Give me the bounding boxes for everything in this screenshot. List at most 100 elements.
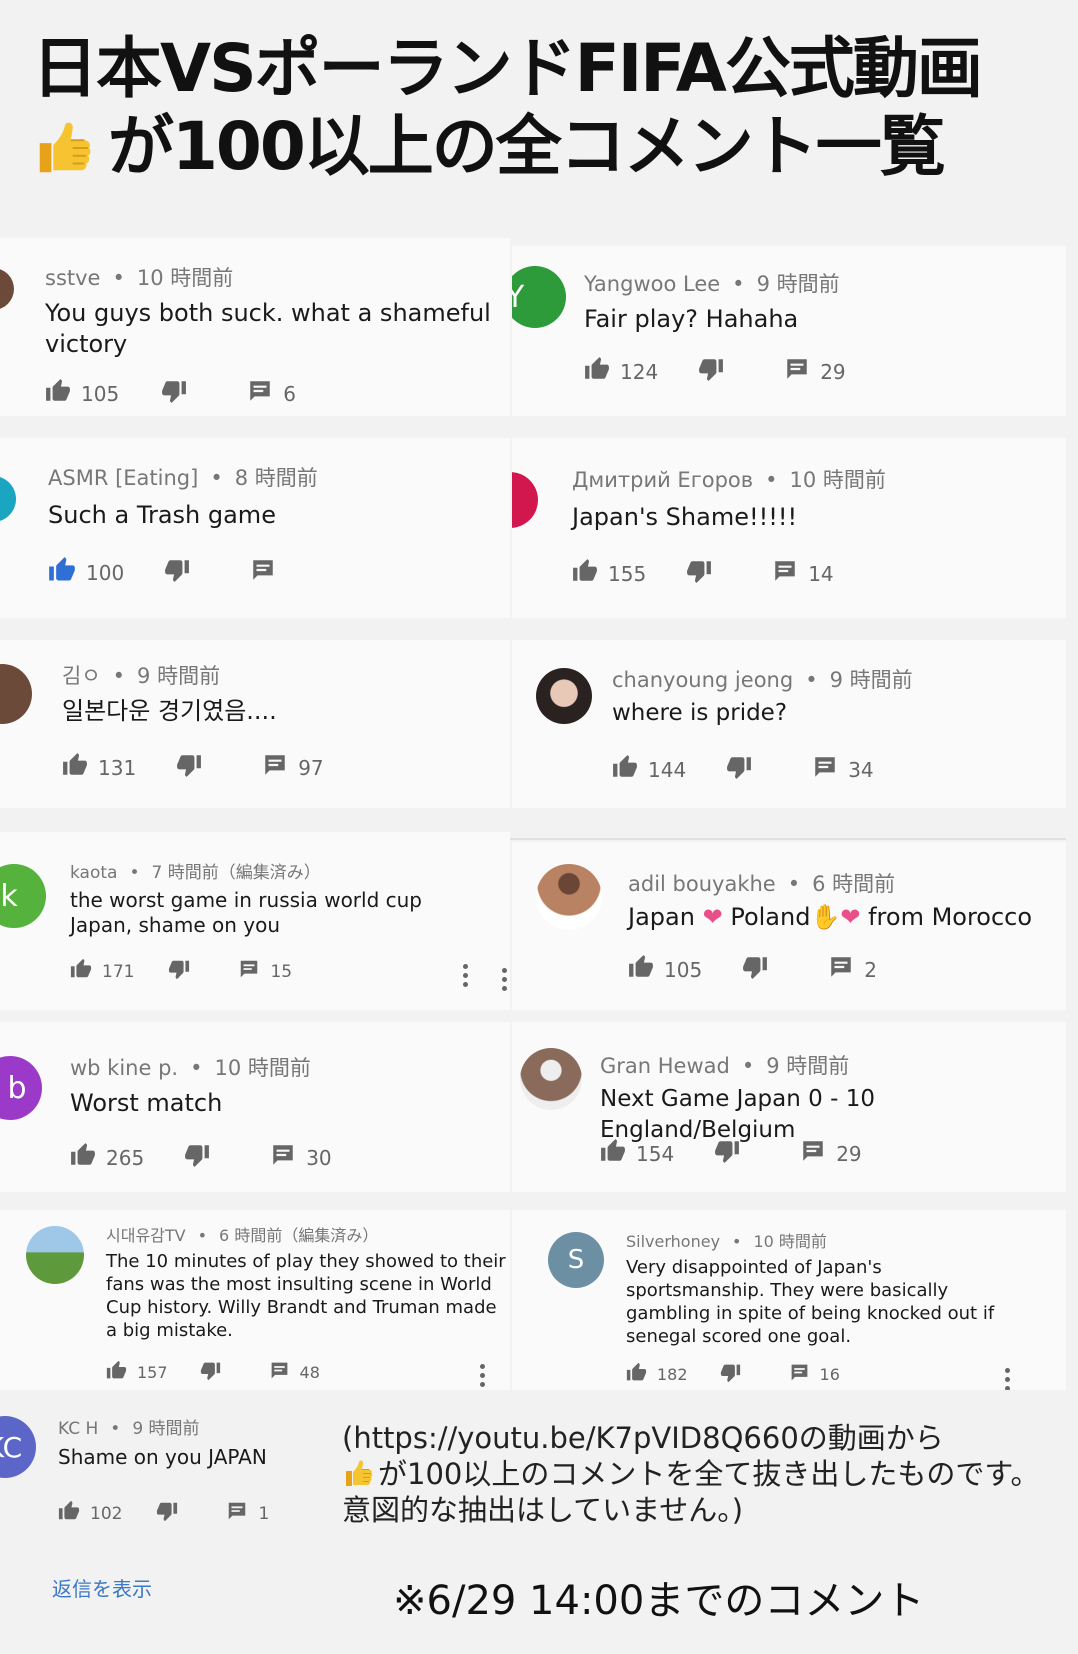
- thumbs-up-emoji-icon: [342, 1457, 376, 1491]
- like-icon-active[interactable]: [48, 556, 76, 589]
- dislike-icon[interactable]: [176, 752, 202, 783]
- title-line-1: 日本VSポーランドFIFA公式動画: [32, 30, 983, 107]
- comment-author[interactable]: ASMR [Eating]: [48, 466, 198, 490]
- comment-time[interactable]: 6 時間前（編集済み）: [219, 1226, 378, 1245]
- dislike-icon[interactable]: [200, 1360, 221, 1385]
- like-icon[interactable]: [584, 356, 610, 387]
- like-icon[interactable]: [612, 754, 638, 785]
- like-count: 124: [620, 359, 659, 384]
- more-options-icon[interactable]: [480, 1360, 486, 1390]
- comment-author[interactable]: Yangwoo Lee: [584, 272, 720, 296]
- comment-author[interactable]: 시대유감TV: [106, 1226, 186, 1245]
- avatar: KC: [0, 1416, 36, 1478]
- comment-author[interactable]: kaota: [70, 863, 117, 883]
- dislike-icon[interactable]: [714, 1138, 740, 1169]
- page-title: 日本VSポーランドFIFA公式動画 が100以上の全コメント一覧: [32, 30, 1052, 186]
- avatar: Y: [512, 266, 566, 328]
- reply-count: 14: [808, 561, 834, 586]
- dislike-icon[interactable]: [161, 378, 187, 409]
- reply-icon[interactable]: [772, 558, 798, 589]
- reply-icon[interactable]: [812, 754, 838, 785]
- comment-text: 일본다운 경기였음....: [62, 697, 277, 725]
- avatar: [0, 476, 16, 522]
- comment-author[interactable]: adil bouyakhe: [628, 872, 776, 896]
- dislike-icon[interactable]: [742, 954, 768, 985]
- comment-time[interactable]: 10 時間前: [753, 1232, 826, 1251]
- comment-card: chanyoung jeong • 9 時間前 where is pride? 14…: [512, 640, 1066, 808]
- comment-card: b wb kine p. • 10 時間前 Worst match 265 30: [0, 1022, 510, 1192]
- like-count: 154: [636, 1141, 675, 1166]
- dislike-icon[interactable]: [184, 1142, 210, 1173]
- reply-icon[interactable]: [828, 954, 854, 985]
- reply-icon[interactable]: [262, 752, 288, 783]
- dislike-icon[interactable]: [686, 558, 712, 589]
- comment-time[interactable]: 9 時間前: [830, 668, 913, 692]
- more-options-icon[interactable]: [463, 960, 469, 991]
- comment-time[interactable]: 9 時間前: [137, 664, 220, 688]
- comment-time[interactable]: 10 時間前: [137, 266, 233, 290]
- more-options-icon[interactable]: [502, 964, 508, 995]
- like-icon[interactable]: [62, 752, 88, 783]
- reply-icon[interactable]: [250, 557, 276, 588]
- reply-icon[interactable]: [247, 378, 273, 409]
- dislike-icon[interactable]: [726, 754, 752, 785]
- reply-icon[interactable]: [238, 958, 260, 985]
- reply-icon[interactable]: [270, 1142, 296, 1173]
- more-options-icon[interactable]: [1005, 1364, 1011, 1390]
- comment-time[interactable]: 10 時間前: [214, 1056, 310, 1080]
- like-icon[interactable]: [106, 1360, 127, 1385]
- comment-author[interactable]: Silverhoney: [626, 1232, 720, 1251]
- comment-text: The 10 minutes of play they showed to th…: [106, 1251, 506, 1341]
- comment-author[interactable]: Gran Hewad: [600, 1054, 730, 1078]
- comment-time[interactable]: 10 時間前: [790, 468, 886, 492]
- comment-text: Japan's Shame!!!!!: [572, 503, 798, 531]
- source-note: (https://youtu.be/K7pVID8Q660の動画から が100以…: [342, 1420, 1062, 1528]
- comment-author[interactable]: 김ㅇ: [62, 664, 101, 688]
- avatar: [26, 1226, 84, 1284]
- like-icon[interactable]: [600, 1138, 626, 1169]
- like-icon[interactable]: [70, 1142, 96, 1173]
- like-icon[interactable]: [45, 378, 71, 409]
- like-icon[interactable]: [70, 958, 92, 985]
- reply-icon[interactable]: [269, 1360, 290, 1385]
- comment-author[interactable]: KC H: [58, 1419, 98, 1439]
- reply-icon[interactable]: [789, 1362, 810, 1387]
- reply-count: 2: [864, 957, 877, 982]
- like-icon[interactable]: [626, 1362, 647, 1387]
- like-icon[interactable]: [572, 558, 598, 589]
- comment-text: where is pride?: [612, 700, 788, 726]
- show-replies-link[interactable]: 返信を表示: [52, 1573, 152, 1602]
- avatar-letter: S: [567, 1245, 585, 1275]
- comment-time[interactable]: 6 時間前: [812, 872, 895, 896]
- comment-time[interactable]: 8 時間前: [235, 466, 318, 490]
- dislike-icon[interactable]: [168, 958, 190, 985]
- reply-icon[interactable]: [800, 1138, 826, 1169]
- avatar: k: [0, 864, 46, 928]
- like-count: 105: [664, 957, 703, 982]
- dislike-icon[interactable]: [156, 1500, 178, 1527]
- comment-author[interactable]: sstve: [45, 266, 100, 290]
- reply-icon[interactable]: [226, 1500, 248, 1527]
- comment-time[interactable]: 9 時間前: [757, 272, 840, 296]
- like-icon[interactable]: [58, 1500, 80, 1527]
- comment-time[interactable]: 9 時間前: [766, 1054, 849, 1078]
- like-icon[interactable]: [628, 954, 654, 985]
- comment-text: Very disappointed of Japan's sportsmansh…: [626, 1257, 995, 1347]
- comment-text: the worst game in russia world cup Japan…: [70, 888, 423, 937]
- comment-author[interactable]: chanyoung jeong: [612, 668, 793, 692]
- avatar: [512, 472, 538, 528]
- comment-time[interactable]: 9 時間前: [132, 1419, 199, 1439]
- reply-count: 30: [306, 1145, 332, 1170]
- reply-icon[interactable]: [784, 356, 810, 387]
- dislike-icon[interactable]: [698, 356, 724, 387]
- dislike-icon[interactable]: [720, 1362, 741, 1387]
- comment-card: 시대유감TV • 6 時間前（編集済み） The 10 minutes of pla…: [0, 1210, 510, 1390]
- reply-count: 15: [270, 961, 293, 982]
- like-count: 182: [657, 1365, 688, 1384]
- dislike-icon[interactable]: [164, 557, 190, 588]
- comment-card: Y Yangwoo Lee • 9 時間前 Fair play? Hahaha 12…: [512, 246, 1066, 416]
- comment-author[interactable]: wb kine p.: [70, 1056, 178, 1080]
- comment-author[interactable]: Дмитрий Егоров: [572, 468, 753, 492]
- title-line-2-text: が100以上の全コメント一覧: [108, 108, 946, 185]
- comment-time[interactable]: 7 時間前（編集済み）: [151, 863, 320, 883]
